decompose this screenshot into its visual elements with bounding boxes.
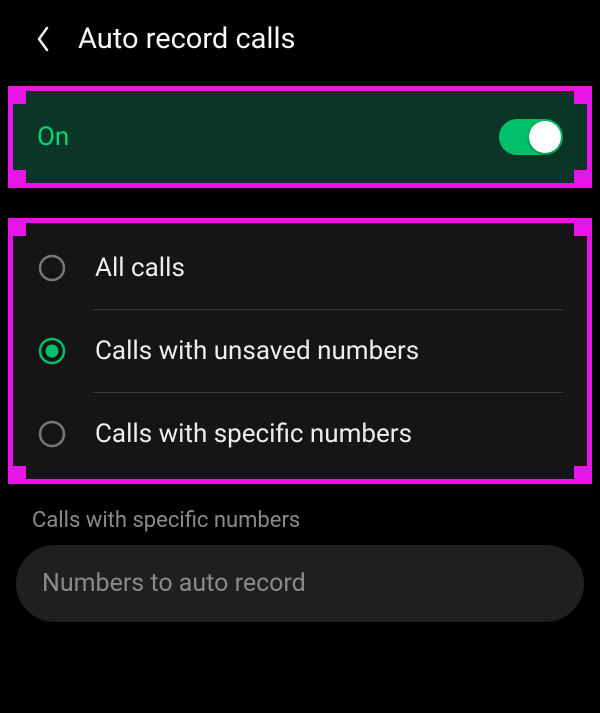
toggle-label: On [37, 122, 69, 152]
header-bar: Auto record calls [0, 0, 600, 78]
numbers-input[interactable]: Numbers to auto record [16, 545, 584, 622]
master-toggle-row[interactable]: On [13, 91, 587, 183]
radio-icon-selected [37, 336, 67, 366]
toggle-switch[interactable] [499, 119, 563, 155]
page-title: Auto record calls [78, 22, 295, 56]
radio-icon [37, 253, 67, 283]
option-unsaved-numbers[interactable]: Calls with unsaved numbers [13, 310, 587, 392]
highlight-options-section: All calls Calls with unsaved numbers Cal… [8, 218, 592, 484]
back-icon[interactable] [28, 24, 58, 54]
radio-icon [37, 419, 67, 449]
highlight-toggle-section: On [8, 86, 592, 188]
specific-section-label: Calls with specific numbers [0, 492, 600, 545]
toggle-knob [529, 121, 561, 153]
option-all-calls[interactable]: All calls [13, 227, 587, 309]
option-label: Calls with specific numbers [95, 419, 412, 449]
options-card: All calls Calls with unsaved numbers Cal… [13, 223, 587, 479]
option-specific-numbers[interactable]: Calls with specific numbers [13, 393, 587, 475]
option-label: Calls with unsaved numbers [95, 336, 419, 366]
option-label: All calls [95, 253, 185, 283]
